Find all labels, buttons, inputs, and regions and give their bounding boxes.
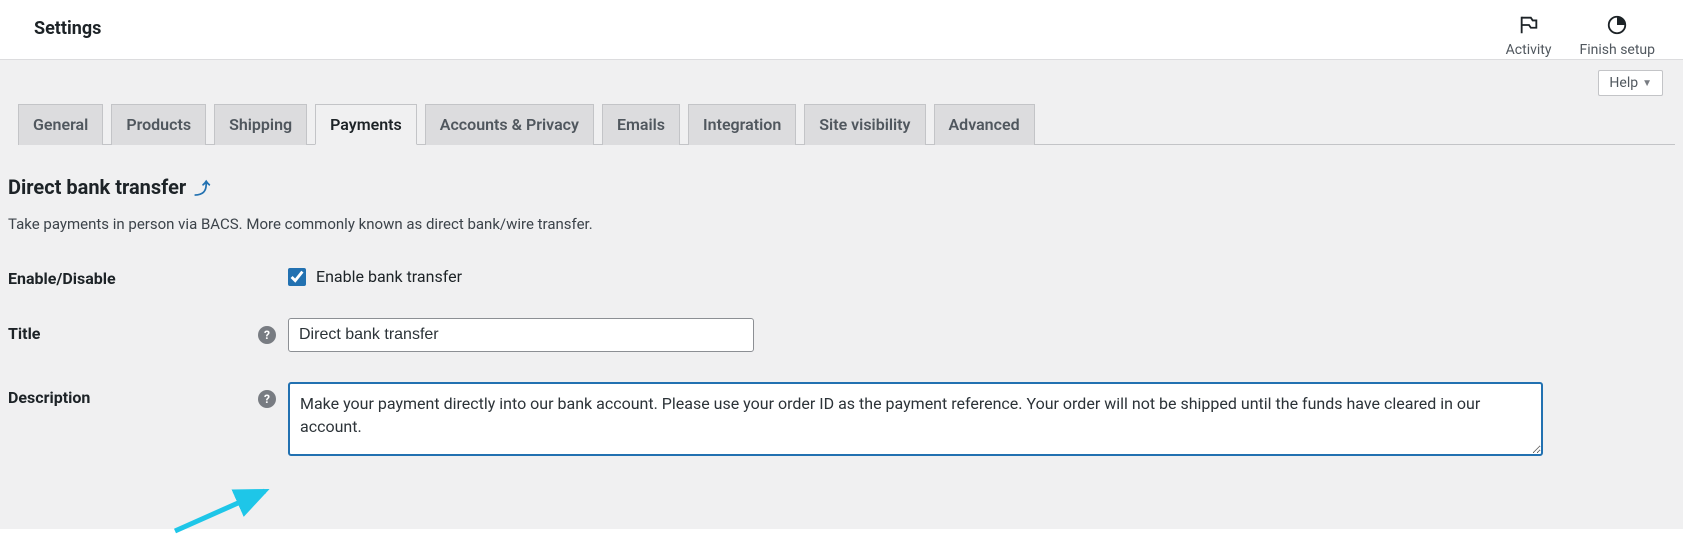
help-icon[interactable]: ?	[258, 390, 276, 408]
finish-setup-label: Finish setup	[1580, 42, 1656, 58]
tab-accounts-privacy[interactable]: Accounts & Privacy	[425, 104, 594, 145]
title-label: Title	[8, 318, 258, 343]
settings-section: Direct bank transfer ⤴ Take payments in …	[8, 145, 1675, 456]
activity-label: Activity	[1506, 42, 1552, 58]
help-dropdown[interactable]: Help ▼	[1598, 70, 1663, 96]
description-textarea[interactable]	[288, 382, 1543, 456]
top-header: Settings Activity Finish setup	[0, 0, 1683, 60]
tab-shipping[interactable]: Shipping	[214, 104, 307, 145]
annotation-arrow-icon	[165, 483, 285, 543]
title-row: Title ?	[8, 318, 1675, 352]
chevron-down-icon: ▼	[1642, 78, 1652, 89]
tab-products[interactable]: Products	[111, 104, 206, 145]
title-input[interactable]	[288, 318, 754, 352]
tab-emails[interactable]: Emails	[602, 104, 680, 145]
tab-integration[interactable]: Integration	[688, 104, 796, 145]
tab-site-visibility[interactable]: Site visibility	[804, 104, 925, 145]
section-description: Take payments in person via BACS. More c…	[8, 215, 1675, 233]
description-label: Description	[8, 382, 258, 407]
tab-advanced[interactable]: Advanced	[934, 104, 1035, 145]
activity-button[interactable]: Activity	[1506, 14, 1552, 58]
enable-checkbox-wrap[interactable]: Enable bank transfer	[288, 263, 462, 286]
settings-tabs: GeneralProductsShippingPaymentsAccounts …	[18, 60, 1675, 145]
progress-circle-icon	[1606, 14, 1628, 40]
flag-icon	[1518, 14, 1540, 40]
content-area: Help ▼ GeneralProductsShippingPaymentsAc…	[0, 60, 1683, 529]
tab-payments[interactable]: Payments	[315, 104, 417, 145]
enable-checkbox-label: Enable bank transfer	[316, 267, 462, 286]
enable-checkbox[interactable]	[288, 268, 306, 286]
section-heading-row: Direct bank transfer ⤴	[8, 175, 1675, 199]
back-link-icon[interactable]: ⤴	[194, 175, 210, 199]
header-actions: Activity Finish setup	[1506, 14, 1663, 58]
tab-general[interactable]: General	[18, 104, 103, 145]
enable-label: Enable/Disable	[8, 263, 258, 288]
finish-setup-button[interactable]: Finish setup	[1580, 14, 1656, 58]
enable-row: Enable/Disable Enable bank transfer	[8, 263, 1675, 288]
page-title: Settings	[34, 14, 101, 39]
description-row: Description ?	[8, 382, 1675, 456]
help-label: Help	[1609, 75, 1638, 91]
help-icon[interactable]: ?	[258, 326, 276, 344]
section-heading: Direct bank transfer	[8, 175, 186, 199]
